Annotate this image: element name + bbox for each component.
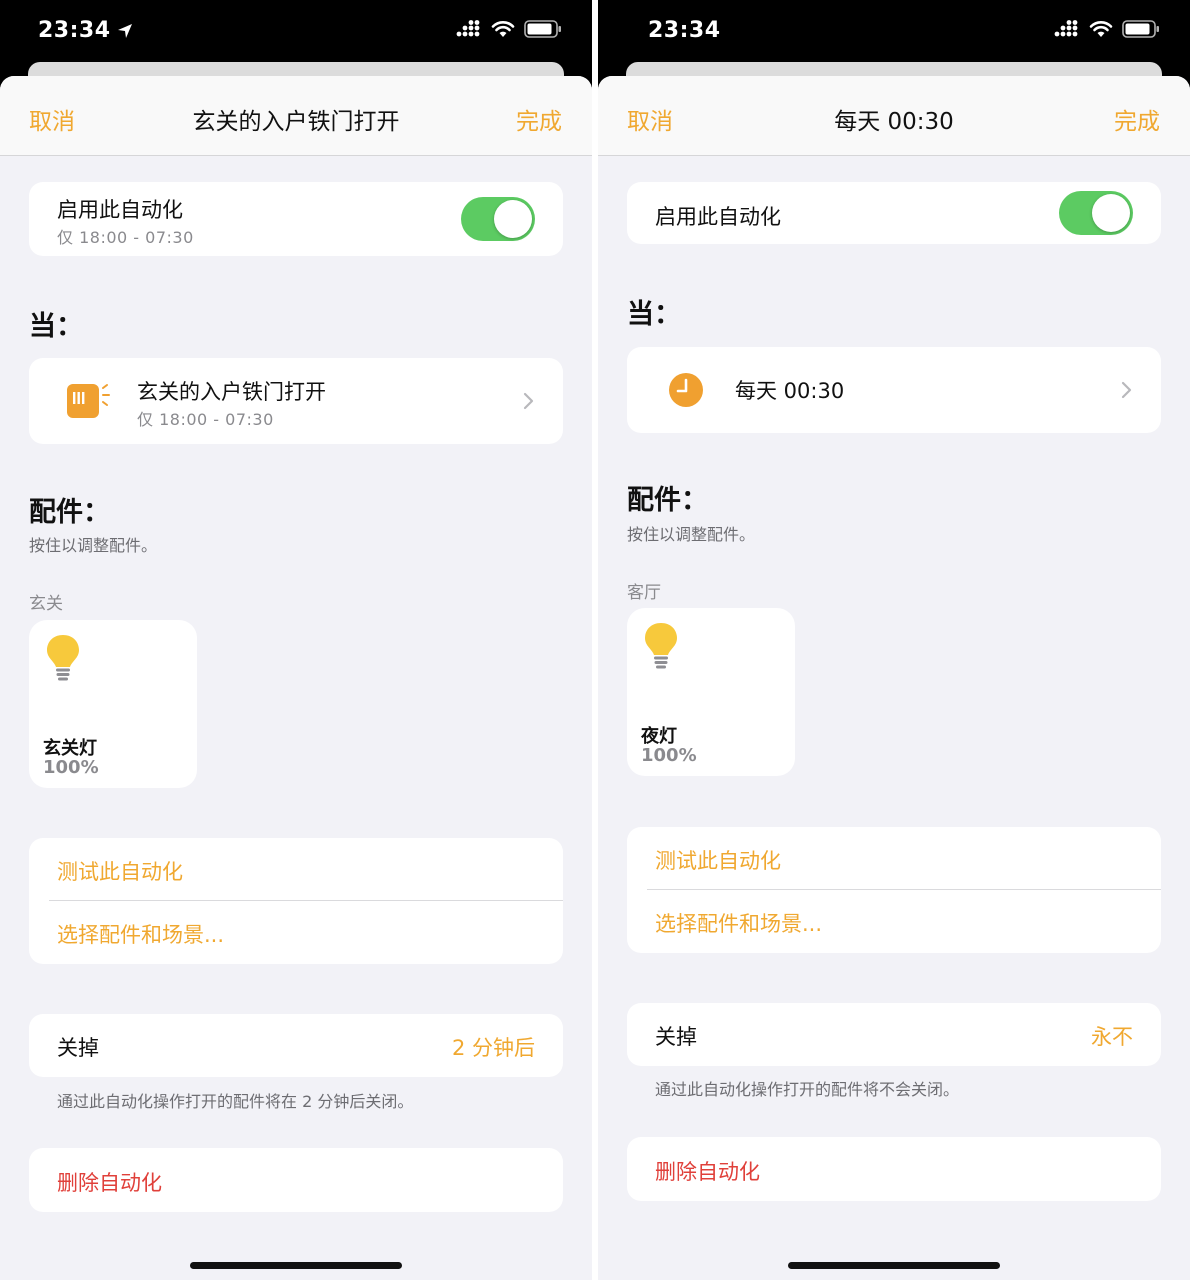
- enable-automation-toggle[interactable]: [461, 197, 535, 241]
- navigation-bar: 取消 玄关的入户铁门打开 完成: [0, 76, 592, 156]
- room-label: 玄关: [29, 594, 63, 614]
- when-heading: 当：: [627, 299, 681, 330]
- enable-automation-label: 启用此自动化: [57, 198, 183, 222]
- wifi-icon: [1089, 21, 1113, 37]
- toggle-knob: [494, 200, 532, 238]
- navigation-bar: 取消 每天 00:30 完成: [598, 76, 1190, 156]
- page-title: 玄关的入户铁门打开: [192, 109, 400, 135]
- accessories-hint: 按住以调整配件。: [627, 525, 756, 544]
- delete-automation-button[interactable]: 删除自动化: [29, 1148, 563, 1212]
- home-indicator: [788, 1262, 1000, 1269]
- clock-icon: [669, 373, 703, 407]
- accessory-tile[interactable]: 玄关灯 100%: [29, 620, 197, 788]
- accessories-hint: 按住以调整配件。: [29, 536, 158, 555]
- done-button[interactable]: 完成: [1114, 102, 1160, 136]
- phone-screen-right: 23:34 取消 每天 00:30 完成 启用此自动化 当： 每天 00:30 …: [598, 0, 1190, 1280]
- accessory-brightness: 100%: [43, 757, 99, 778]
- done-button[interactable]: 完成: [516, 102, 562, 136]
- toggle-knob: [1092, 194, 1130, 232]
- delete-automation-label: 删除自动化: [655, 1160, 760, 1184]
- test-automation-button[interactable]: 测试此自动化: [655, 845, 781, 875]
- room-label: 客厅: [627, 583, 661, 603]
- enable-automation-card: 启用此自动化: [627, 182, 1161, 244]
- actions-card: 测试此自动化 选择配件和场景...: [29, 838, 563, 964]
- door-sensor-icon: [67, 384, 110, 418]
- turn-off-note: 通过此自动化操作打开的配件将在 2 分钟后关闭。: [57, 1092, 414, 1111]
- choose-accessories-scenes-button[interactable]: 选择配件和场景...: [57, 919, 224, 949]
- trigger-title: 每天 00:30: [735, 379, 845, 403]
- choose-accessories-scenes-button[interactable]: 选择配件和场景...: [655, 908, 822, 938]
- chevron-right-icon: [1121, 381, 1132, 399]
- status-time-text: 23:34: [38, 18, 111, 43]
- wifi-icon: [491, 21, 515, 37]
- home-indicator: [190, 1262, 402, 1269]
- enable-automation-label: 启用此自动化: [655, 205, 781, 229]
- actions-card: 测试此自动化 选择配件和场景...: [627, 827, 1161, 953]
- battery-icon: [1122, 20, 1159, 38]
- divider: [49, 900, 563, 901]
- test-automation-button[interactable]: 测试此自动化: [57, 856, 183, 886]
- turn-off-note: 通过此自动化操作打开的配件将不会关闭。: [655, 1080, 960, 1099]
- turn-off-row[interactable]: 关掉 2 分钟后: [29, 1014, 563, 1077]
- page-title: 每天 00:30: [834, 109, 954, 135]
- battery-icon: [524, 20, 561, 38]
- status-icons: [1054, 20, 1160, 38]
- accessory-tile[interactable]: 夜灯 100%: [627, 608, 795, 776]
- delete-automation-button[interactable]: 删除自动化: [627, 1137, 1161, 1201]
- status-time: 23:34: [38, 18, 133, 43]
- turn-off-value[interactable]: 2 分钟后: [452, 1032, 535, 1062]
- automation-sheet: 取消 每天 00:30 完成 启用此自动化 当： 每天 00:30 配件： 按住…: [598, 76, 1190, 1280]
- status-bar: 23:34: [0, 0, 592, 62]
- status-time: 23:34: [648, 18, 721, 43]
- status-bar: 23:34: [598, 0, 1190, 62]
- trigger-row[interactable]: 每天 00:30: [627, 347, 1161, 433]
- trigger-time-range: 仅 18:00 - 07:30: [137, 410, 274, 429]
- chevron-right-icon: [523, 392, 534, 410]
- accessory-brightness: 100%: [641, 745, 697, 766]
- divider: [647, 889, 1161, 890]
- delete-automation-label: 删除自动化: [57, 1171, 162, 1195]
- automation-sheet: 取消 玄关的入户铁门打开 完成 启用此自动化 仅 18:00 - 07:30 当…: [0, 76, 592, 1280]
- turn-off-label: 关掉: [655, 1025, 697, 1049]
- phone-screen-left: 23:34 取消 玄关的入户铁门打开 完成 启用此自动化 仅 18:00 - 0…: [0, 0, 592, 1280]
- trigger-row[interactable]: 玄关的入户铁门打开 仅 18:00 - 07:30: [29, 358, 563, 444]
- enable-automation-card: 启用此自动化 仅 18:00 - 07:30: [29, 182, 563, 256]
- when-heading: 当：: [29, 311, 83, 342]
- lightbulb-icon: [47, 635, 79, 681]
- cellular-signal-icon: [456, 20, 480, 37]
- status-icons: [456, 20, 562, 38]
- cellular-signal-icon: [1054, 20, 1078, 37]
- enable-automation-time-range: 仅 18:00 - 07:30: [57, 228, 194, 247]
- location-arrow-icon: [117, 24, 132, 38]
- accessories-heading: 配件：: [29, 497, 110, 528]
- trigger-title: 玄关的入户铁门打开: [137, 380, 326, 404]
- turn-off-row[interactable]: 关掉 永不: [627, 1003, 1161, 1066]
- accessories-heading: 配件：: [627, 485, 708, 516]
- lightbulb-icon: [645, 623, 677, 669]
- turn-off-value[interactable]: 永不: [1091, 1021, 1133, 1051]
- turn-off-label: 关掉: [57, 1036, 99, 1060]
- enable-automation-toggle[interactable]: [1059, 191, 1133, 235]
